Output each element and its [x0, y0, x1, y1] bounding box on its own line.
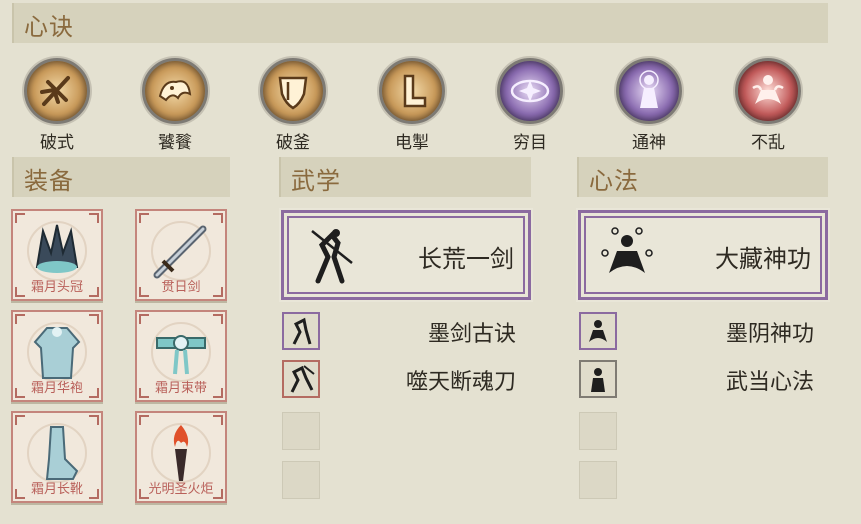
crown-icon — [35, 224, 79, 273]
martial-main-name: 长荒一剑 — [418, 245, 514, 273]
torch-icon — [173, 425, 189, 481]
xinjue-title: 心诀 — [24, 13, 74, 41]
skill-label: 破釜 — [276, 133, 310, 153]
mindart-title: 心法 — [589, 167, 639, 195]
martial-header: 武学 — [279, 157, 531, 197]
mindart-header: 心法 — [577, 157, 828, 197]
mindart-slot-empty[interactable] — [579, 412, 617, 450]
blade-fighter-icon — [290, 365, 315, 393]
skill-label: 饕餮 — [158, 133, 192, 153]
mindart-list-name: 墨阴神功 — [725, 322, 814, 347]
equipment-header: 装备 — [12, 157, 230, 197]
eye-star-icon — [497, 58, 563, 124]
equip-slot-robe[interactable]: 霜月华袍 — [11, 310, 103, 402]
skill-qiongmu[interactable]: 穷目 — [490, 58, 570, 153]
equip-slot-boots[interactable]: 霜月长靴 — [11, 411, 103, 503]
martial-slot-empty[interactable] — [282, 412, 320, 450]
equipment-title: 装备 — [24, 167, 74, 195]
broken-sword-icon — [24, 58, 90, 124]
skill-dianche[interactable]: 电掣 — [372, 58, 452, 153]
skill-pofu[interactable]: 破釜 — [253, 58, 333, 153]
skill-label: 不乱 — [751, 133, 785, 153]
mindart-slot-empty[interactable] — [579, 461, 617, 499]
martial-slot-empty[interactable] — [282, 461, 320, 499]
shield-icon — [260, 58, 326, 124]
taotie-beast-icon — [142, 58, 208, 124]
deity-figure-icon — [616, 58, 682, 124]
swordsman-icon — [311, 229, 353, 284]
equip-name: 贯日剑 — [161, 280, 201, 295]
robe-icon — [33, 327, 81, 379]
skill-label: 通神 — [632, 133, 666, 153]
skill-taotie[interactable]: 饕餮 — [135, 58, 215, 153]
sword-icon — [153, 225, 207, 279]
equip-name: 霜月头冠 — [30, 280, 83, 295]
martial-list-name: 噬天断魂刀 — [405, 370, 516, 395]
xinjue-header: 心诀 — [12, 3, 828, 43]
lightning-boot-icon — [379, 58, 445, 124]
meditating-monk-icon — [601, 227, 653, 273]
equip-name: 霜月长靴 — [30, 482, 83, 497]
meditating-figure-icon — [735, 58, 801, 124]
skill-label: 破式 — [40, 133, 74, 153]
equip-name: 光明圣火炬 — [148, 482, 214, 497]
mindart-main-card[interactable]: 大藏神功 — [576, 208, 830, 302]
martial-slot-2[interactable] — [282, 360, 320, 398]
martial-list-name: 墨剑古诀 — [427, 322, 516, 347]
equip-slot-head[interactable]: 霜月头冠 — [11, 209, 103, 301]
equip-name: 霜月华袍 — [30, 381, 83, 396]
mindart-list-name: 武当心法 — [725, 370, 814, 395]
mindart-slot-2[interactable] — [579, 360, 617, 398]
monk-small-icon — [589, 320, 607, 342]
mindart-main-name: 大藏神功 — [715, 245, 811, 273]
boots-icon — [45, 426, 79, 480]
skill-label: 电掣 — [395, 133, 429, 153]
skill-label: 穷目 — [513, 133, 547, 153]
equip-slot-weapon[interactable]: 贯日剑 — [135, 209, 227, 301]
equip-slot-torch[interactable]: 光明圣火炬 — [135, 411, 227, 503]
martial-slot-1[interactable] — [282, 312, 320, 350]
skill-buluan[interactable]: 不乱 — [728, 58, 808, 153]
swordsman-small-icon — [292, 317, 312, 345]
taoist-icon — [591, 368, 605, 392]
martial-main-card[interactable]: 长荒一剑 — [279, 208, 533, 302]
skill-poshi[interactable]: 破式 — [17, 58, 97, 153]
skill-tongshen[interactable]: 通神 — [609, 58, 689, 153]
equip-name: 霜月束带 — [154, 381, 207, 396]
belt-icon — [156, 335, 206, 375]
mindart-slot-1[interactable] — [579, 312, 617, 350]
martial-title: 武学 — [291, 167, 341, 195]
equip-slot-belt[interactable]: 霜月束带 — [135, 310, 227, 402]
